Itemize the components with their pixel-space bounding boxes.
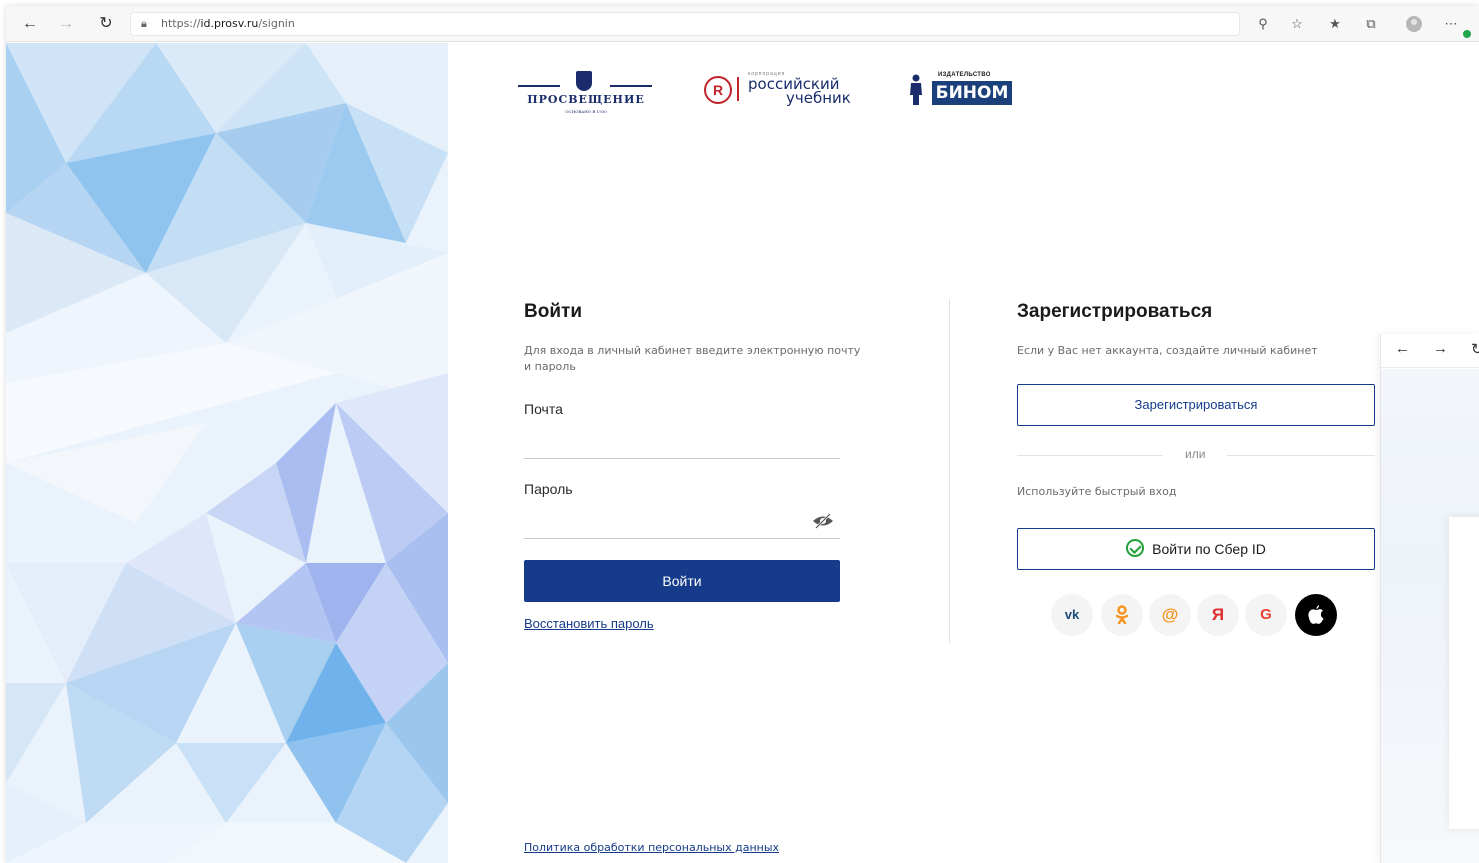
overlay-back-icon[interactable]: ←: [1395, 340, 1410, 357]
lock-icon: 🔒︎: [141, 17, 147, 30]
password-label: Пароль: [524, 481, 573, 497]
logo-binom-small: ИЗДАТЕЛЬСТВО: [938, 72, 991, 78]
logo-prosv-word: ПРОСВЕЩЕНИЕ: [527, 93, 645, 106]
google-icon[interactable]: G: [1245, 594, 1287, 636]
restore-password-link[interactable]: Восстановить пароль: [524, 616, 654, 631]
collections-icon[interactable]: ⧉: [1360, 14, 1382, 34]
rossiyskiy-uchebnik-logo[interactable]: R корпорация российский учебник: [704, 71, 860, 113]
back-icon[interactable]: ←: [18, 12, 42, 36]
overlay-refresh-icon[interactable]: ↻: [1471, 340, 1479, 358]
address-bar[interactable]: 🔒︎ https://id.prosv.ru/signin: [130, 12, 1240, 36]
register-button[interactable]: Зарегистрироваться: [1017, 384, 1375, 426]
overlapping-browser-window[interactable]: ← → ↻: [1380, 334, 1479, 863]
register-title: Зарегистрироваться: [1017, 301, 1213, 322]
overlay-page: [1381, 369, 1479, 863]
login-title: Войти: [524, 301, 582, 322]
email-label: Почта: [524, 401, 563, 417]
favorites-icon[interactable]: ★: [1324, 14, 1346, 34]
url-host: id.prosv.ru: [200, 17, 259, 30]
apple-icon[interactable]: [1295, 594, 1337, 636]
privacy-policy-link[interactable]: Политика обработки персональных данных: [524, 841, 779, 854]
overlay-forward-icon[interactable]: →: [1433, 340, 1448, 357]
url-prefix: https://: [161, 17, 201, 30]
sber-id-label: Войти по Сбер ID: [1152, 541, 1266, 557]
register-hint: Если у Вас нет аккаунта, создайте личный…: [1017, 344, 1318, 357]
sber-check-icon: [1126, 539, 1145, 558]
forward-icon[interactable]: →: [54, 12, 78, 36]
password-field[interactable]: [524, 538, 840, 539]
url-path: /signin: [258, 17, 295, 30]
refresh-icon[interactable]: ↻: [94, 12, 118, 36]
logo-prosv-sub: ОСНОВАНО В 1930: [565, 109, 607, 114]
apple-glyph: [1308, 605, 1324, 624]
browser-window: ← → ↻ 🔒︎ https://id.prosv.ru/signin ⚲ ☆ …: [6, 6, 1479, 863]
login-hint: Для входа в личный кабинет введите элект…: [524, 344, 861, 373]
ok-glyph: [1115, 605, 1129, 625]
login-section: Войти Для входа в личный кабинет введите…: [524, 301, 860, 631]
eye-hidden-icon[interactable]: [812, 513, 834, 529]
login-button[interactable]: Войти: [524, 560, 840, 602]
or-separator: или: [1017, 447, 1375, 463]
mail-ru-icon[interactable]: @: [1149, 594, 1191, 636]
main-content: ПРОСВЕЩЕНИЕ ОСНОВАНО В 1930 R корпорация…: [448, 43, 1479, 863]
notification-badge: [1463, 30, 1471, 38]
favorite-add-icon[interactable]: ☆: [1286, 14, 1308, 34]
decorative-background: [6, 43, 448, 863]
profile-icon[interactable]: [1406, 16, 1422, 32]
vk-icon[interactable]: vk: [1051, 594, 1093, 636]
binom-logo[interactable]: ИЗДАТЕЛЬСТВО БИНОМ: [908, 72, 1024, 113]
email-field[interactable]: [524, 458, 840, 459]
fast-login-label: Используйте быстрый вход: [1017, 485, 1177, 498]
low-poly-illustration: [6, 43, 448, 863]
logo-ru-line2: учебник: [786, 89, 851, 107]
prosveshchenie-logo[interactable]: ПРОСВЕЩЕНИЕ ОСНОВАНО В 1930: [518, 65, 654, 121]
column-divider: [949, 299, 950, 643]
yandex-icon[interactable]: Я: [1197, 594, 1239, 636]
browser-toolbar: ← → ↻ 🔒︎ https://id.prosv.ru/signin ⚲ ☆ …: [6, 6, 1479, 42]
overlay-toolbar: ← → ↻: [1381, 334, 1479, 368]
more-icon[interactable]: ⋯: [1440, 14, 1462, 34]
logo-binom-word: БИНОМ: [932, 81, 1012, 105]
or-text: или: [1185, 447, 1206, 461]
binom-figure-icon: [910, 74, 922, 105]
sber-id-button[interactable]: Войти по Сбер ID: [1017, 528, 1375, 570]
key-icon[interactable]: ⚲: [1252, 14, 1274, 34]
overlay-card: [1449, 517, 1479, 829]
register-section: Зарегистрироваться Если у Вас нет аккаун…: [1017, 301, 1375, 636]
odnoklassniki-icon[interactable]: [1101, 594, 1143, 636]
